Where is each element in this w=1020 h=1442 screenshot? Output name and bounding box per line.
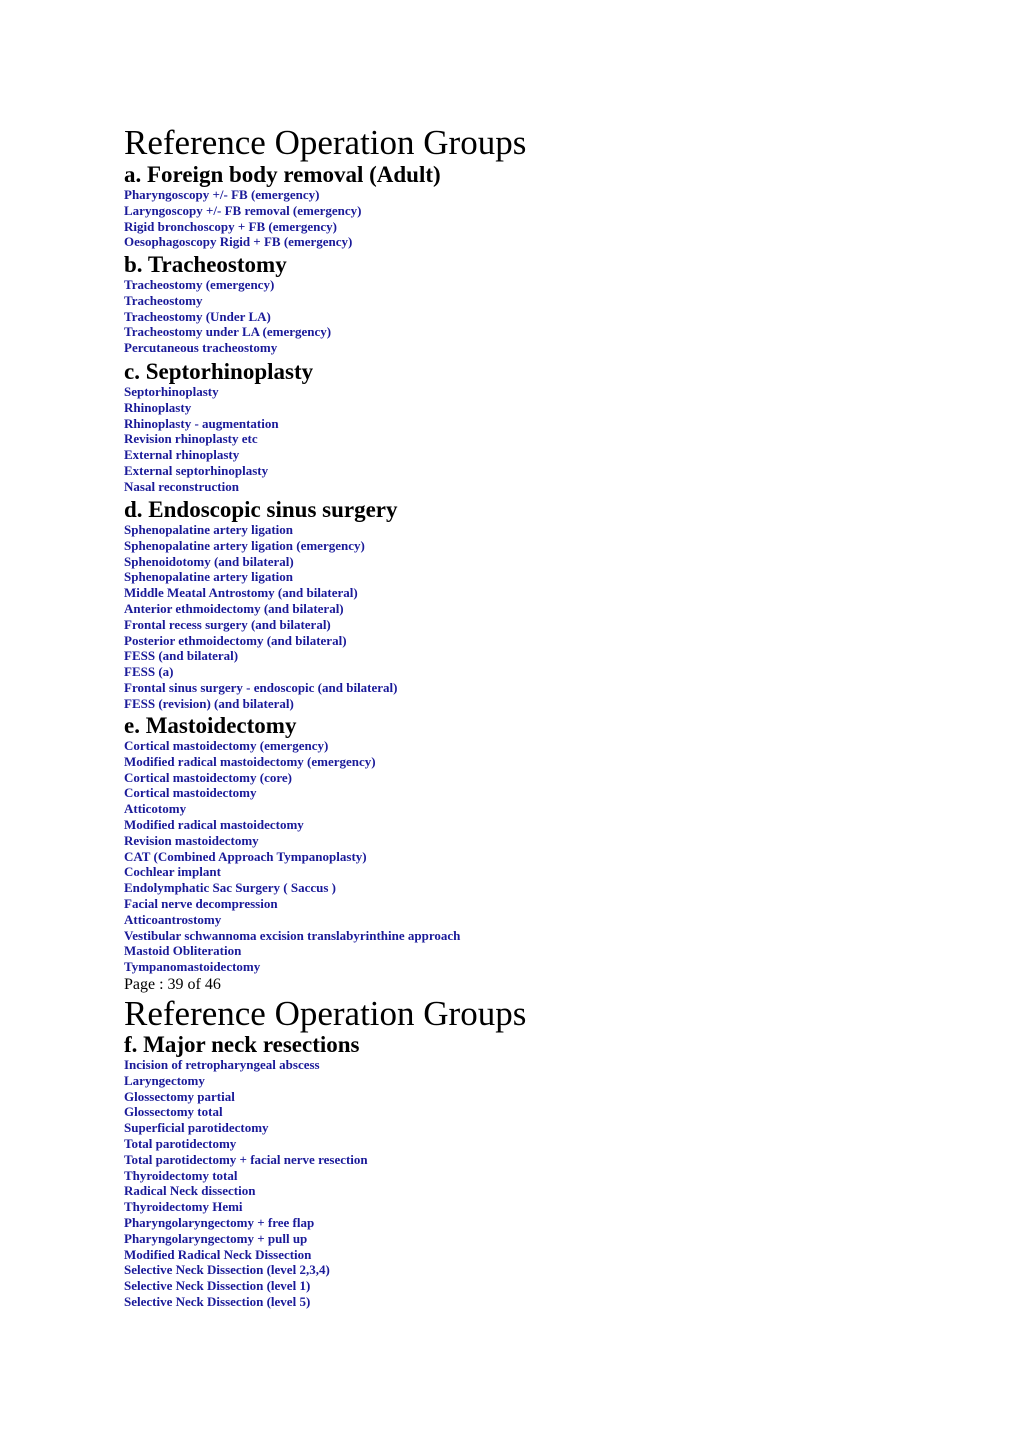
operation-item: Revision rhinoplasty etc [124,431,258,447]
section-foreign-body: a. Foreign body removal (Adult) Pharyngo… [124,163,441,250]
operation-list: Incision of retropharyngeal abscess Lary… [124,1057,368,1310]
operation-item: Rigid bronchoscopy + FB (emergency) [124,218,337,234]
operation-item: Selective Neck Dissection (level 2,3,4) [124,1262,330,1278]
section-heading: c. Septorhinoplasty [124,359,314,384]
operation-item: Selective Neck Dissection (level 5) [124,1293,311,1309]
operation-item: Vestibular schwannoma excision translaby… [124,927,461,943]
section-mastoidectomy: e. Mastoidectomy Cortical mastoidectomy … [124,714,460,975]
operation-item: Septorhinoplasty [124,384,219,399]
operation-item: Pharyngoscopy +/- FB (emergency) [124,187,320,202]
document-title-block-2: Reference Operation Groups [124,995,526,1033]
document-title: Reference Operation Groups [124,123,527,162]
operation-item: Thyroidectomy total [124,1167,238,1183]
operation-list: Cortical mastoidectomy (emergency) Modif… [124,738,460,975]
operation-item: Mastoid Obliteration [124,943,242,959]
operation-item: Oesophagoscopy Rigid + FB (emergency) [124,234,353,250]
operation-item: Pharyngolaryngectomy + pull up [124,1230,308,1246]
operation-item: CAT (Combined Approach Tympanoplasty) [124,848,367,864]
document-title: Reference Operation Groups [124,994,527,1033]
operation-item: Sphenopalatine artery ligation [124,569,294,585]
operation-list: Sphenopalatine artery ligation Sphenopal… [124,522,398,712]
operation-item: Nasal reconstruction [124,478,239,494]
operation-list: Septorhinoplasty Rhinoplasty Rhinoplasty… [124,384,313,495]
section-tracheostomy: b. Tracheostomy Tracheostomy (emergency)… [124,253,331,356]
operation-item: Tracheostomy (emergency) [124,277,275,292]
operation-item: Cochlear implant [124,864,221,880]
operation-item: Atticotomy [124,801,187,817]
page-footer-block: Page : 39 of 46 [124,976,221,994]
operation-item: Radical Neck dissection [124,1183,256,1199]
operation-item: Tracheostomy (Under LA) [124,308,271,324]
operation-item: Atticoantrostomy [124,911,222,927]
operation-item: Thyroidectomy Hemi [124,1199,243,1215]
operation-item: Total parotidectomy + facial nerve resec… [124,1151,368,1167]
operation-item: Superficial parotidectomy [124,1120,269,1136]
section-major-neck-resections: f. Major neck resections Incision of ret… [124,1033,368,1310]
operation-item: Selective Neck Dissection (level 1) [124,1278,311,1294]
operation-item: Glossectomy total [124,1104,223,1120]
operation-item: Incision of retropharyngeal abscess [124,1057,320,1072]
operation-item: Revision mastoidectomy [124,832,259,848]
operation-item: Frontal sinus surgery - endoscopic (and … [124,679,398,695]
operation-item: Middle Meatal Antrostomy (and bilateral) [124,585,358,601]
section-septorhinoplasty: c. Septorhinoplasty Septorhinoplasty Rhi… [124,360,313,495]
operation-item: Modified radical mastoidectomy (emergenc… [124,753,376,769]
operation-item: Sphenoidotomy (and bilateral) [124,553,294,569]
operation-item: Cortical mastoidectomy (core) [124,769,292,785]
operation-item: Cortical mastoidectomy (emergency) [124,738,329,753]
operation-item: Rhinoplasty [124,399,192,415]
operation-item: Laryngoscopy +/- FB removal (emergency) [124,202,362,218]
operation-item: Modified Radical Neck Dissection [124,1246,312,1262]
operation-item: Laryngectomy [124,1072,205,1088]
operation-item: Frontal recess surgery (and bilateral) [124,616,331,632]
operation-item: FESS (and bilateral) [124,648,239,664]
section-heading: d. Endoscopic sinus surgery [124,497,398,522]
operation-item: FESS (a) [124,664,174,680]
operation-item: Tympanomastoidectomy [124,959,261,975]
operation-item: Endolymphatic Sac Surgery ( Saccus ) [124,880,336,896]
operation-item: Sphenopalatine artery ligation [124,522,294,537]
operation-item: FESS (revision) (and bilateral) [124,695,294,711]
operation-item: Anterior ethmoidectomy (and bilateral) [124,600,344,616]
operation-item: External septorhinoplasty [124,462,269,478]
operation-item: Pharyngolaryngectomy + free flap [124,1214,315,1230]
operation-item: Facial nerve decompression [124,895,278,911]
operation-item: Sphenopalatine artery ligation (emergenc… [124,537,365,553]
operation-list: Tracheostomy (emergency) Tracheostomy Tr… [124,277,331,356]
operation-item: Rhinoplasty - augmentation [124,415,279,431]
operation-list: Pharyngoscopy +/- FB (emergency) Laryngo… [124,187,441,250]
page-number: Page : 39 of 46 [124,976,221,993]
operation-item: Modified radical mastoidectomy [124,816,304,832]
operation-item: Posterior ethmoidectomy (and bilateral) [124,632,347,648]
operation-item: Percutaneous tracheostomy [124,340,278,356]
section-heading: b. Tracheostomy [124,252,287,277]
section-heading: e. Mastoidectomy [124,713,297,738]
operation-item: Tracheostomy [124,292,203,308]
document-title-block: Reference Operation Groups [124,124,526,162]
operation-item: Glossectomy partial [124,1088,235,1104]
section-heading: f. Major neck resections [124,1032,360,1057]
operation-item: External rhinoplasty [124,447,240,463]
operation-item: Total parotidectomy [124,1135,237,1151]
section-endoscopic-sinus-surgery: d. Endoscopic sinus surgery Sphenopalati… [124,498,398,712]
operation-item: Tracheostomy under LA (emergency) [124,324,332,340]
operation-item: Cortical mastoidectomy [124,785,257,801]
section-heading: a. Foreign body removal (Adult) [124,162,441,187]
